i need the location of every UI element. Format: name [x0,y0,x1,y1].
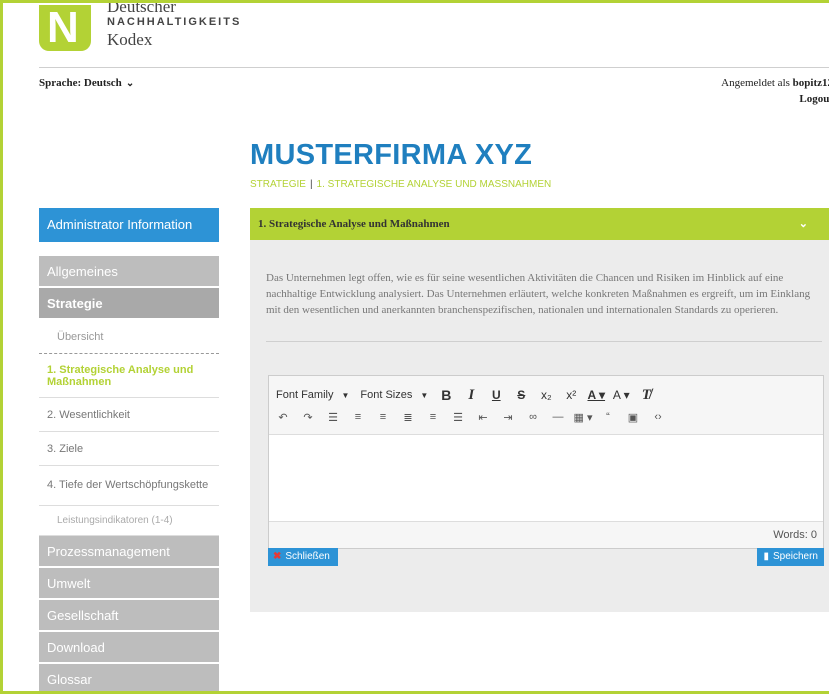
sidebar-item-admin-info[interactable]: Administrator Information [39,208,219,242]
criterion-panel: 1. Strategische Analyse und Maßnahmen ⌄ … [250,208,829,612]
sidebar-item-strategische-analyse[interactable]: 1. Strategische Analyse und Maßnahmen [39,354,219,398]
sidebar-item-leistungsindikatoren[interactable]: Leistungsindikatoren (1-4) [39,506,219,536]
table-button[interactable]: ▦ ▾ [572,406,594,428]
brand-logo[interactable]: N [39,5,91,51]
close-label: Schließen [285,551,330,562]
page-title: MUSTERFIRMA XYZ [250,139,533,171]
editor-content-area[interactable] [269,435,823,521]
header-divider [39,67,829,68]
brand-line-3: Kodex [107,30,153,49]
language-selector[interactable]: Sprache: Deutsch ⌄ [39,77,134,89]
numbered-list-button[interactable]: ≡ [347,406,369,428]
panel-title: 1. Strategische Analyse und Maßnahmen [258,218,450,230]
login-prefix: Angemeldet als [721,77,790,89]
description-divider [266,341,822,342]
font-family-select[interactable]: Font Family ▼ [272,384,353,406]
logo-letter: N [47,3,79,52]
source-code-button[interactable]: ‹› [647,406,669,428]
sidebar-item-ziele[interactable]: 3. Ziele [39,432,219,466]
brand-line-1: Deutscher [107,0,176,16]
sidebar-item-gesellschaft[interactable]: Gesellschaft [39,600,219,632]
justify-button[interactable]: ☰ [447,406,469,428]
indent-button[interactable]: ⇥ [497,406,519,428]
panel-header[interactable]: 1. Strategische Analyse und Maßnahmen ⌄ [250,208,829,240]
save-label: Speichern [772,551,818,562]
sidebar-item-glossar[interactable]: Glossar [39,664,219,691]
sidebar-item-umwelt[interactable]: Umwelt [39,568,219,600]
clear-formatting-button[interactable]: T̸ [635,384,657,406]
align-left-button[interactable]: ≡ [372,406,394,428]
editor-toolbar: Font Family ▼ Font Sizes ▼ B I U Sx₂ x² A ▾ A ▾ T… [269,376,823,435]
caret-down-icon: ▼ [341,390,350,400]
breadcrumb-item-strategie[interactable]: STRATEGIE [250,179,306,190]
text-color-button[interactable]: A ▾ [585,384,607,406]
breadcrumb-separator: | [309,179,313,190]
undo-button[interactable]: ↶ [272,406,294,428]
background-color-button[interactable]: A ▾ [610,384,632,406]
criterion-description: Das Unternehmen legt offen, wie es für s… [266,272,811,316]
brand-line-2: NACHHALTIGKEITS [107,16,242,28]
sidebar-item-uebersicht[interactable]: Übersicht [39,320,219,354]
sidebar-item-allgemeines[interactable]: Allgemeines [39,256,219,288]
chevron-down-icon[interactable]: ⌄ [799,208,808,240]
login-info: Angemeldet als bopitz12 Logout [721,75,829,107]
underline-button[interactable]: U [485,384,507,406]
save-button[interactable]: ▮ Speichern [757,548,824,566]
sidebar-item-strategie[interactable]: Strategie [39,288,219,320]
page-frame: N Deutscher NACHHALTIGKEITS Kodex Sprach… [0,0,829,694]
font-size-select[interactable]: Font Sizes ▼ [356,384,432,406]
caret-down-icon: ▼ [420,390,429,400]
align-right-button[interactable]: ≡ [422,406,444,428]
sidebar-item-wertschoepfungskette[interactable]: 4. Tiefe der Wertschöpfungskette [39,466,219,506]
align-center-button[interactable]: ≣ [397,406,419,428]
sidebar-item-wesentlichkeit[interactable]: 2. Wesentlichkeit [39,398,219,432]
chevron-down-icon: ⌄ [125,78,135,89]
redo-button[interactable]: ↷ [297,406,319,428]
subscript-button[interactable]: x₂ [535,384,557,406]
outdent-button[interactable]: ⇤ [472,406,494,428]
font-size-label: Font Sizes [360,389,413,401]
username: bopitz12 [792,77,829,89]
breadcrumb-item-current[interactable]: 1. STRATEGISCHE ANALYSE UND MASSNAHMEN [317,179,552,190]
sidebar-item-prozessmanagement[interactable]: Prozessmanagement [39,536,219,568]
logout-link[interactable]: Logout [799,93,829,105]
editor-statusbar: Words: 0 [269,521,823,548]
close-button[interactable]: ✖ Schließen [268,548,338,566]
breadcrumb: STRATEGIE | 1. STRATEGISCHE ANALYSE UND MA… [250,179,551,190]
bold-button[interactable]: B [435,384,457,406]
sidebar: Administrator Information Allgemeines St… [39,208,219,691]
sidebar-item-download[interactable]: Download [39,632,219,664]
italic-button[interactable]: I [460,384,482,406]
strikethrough-button[interactable]: S [510,384,532,406]
superscript-button[interactable]: x² [560,384,582,406]
horizontal-rule-button[interactable]: — [547,406,569,428]
font-family-label: Font Family [276,389,334,401]
close-icon: ✖ [273,551,282,562]
blockquote-button[interactable]: “ [597,406,619,428]
link-button[interactable]: ∞ [522,406,544,428]
save-icon: ▮ [763,551,769,562]
word-count: Words: 0 [773,529,817,541]
bullet-list-button[interactable]: ☰ [322,406,344,428]
image-button[interactable]: ▣ [622,406,644,428]
language-label: Sprache: Deutsch [39,77,122,89]
rich-text-editor: Font Family ▼ Font Sizes ▼ B I U Sx₂ x² A ▾ A ▾ T… [268,375,824,549]
